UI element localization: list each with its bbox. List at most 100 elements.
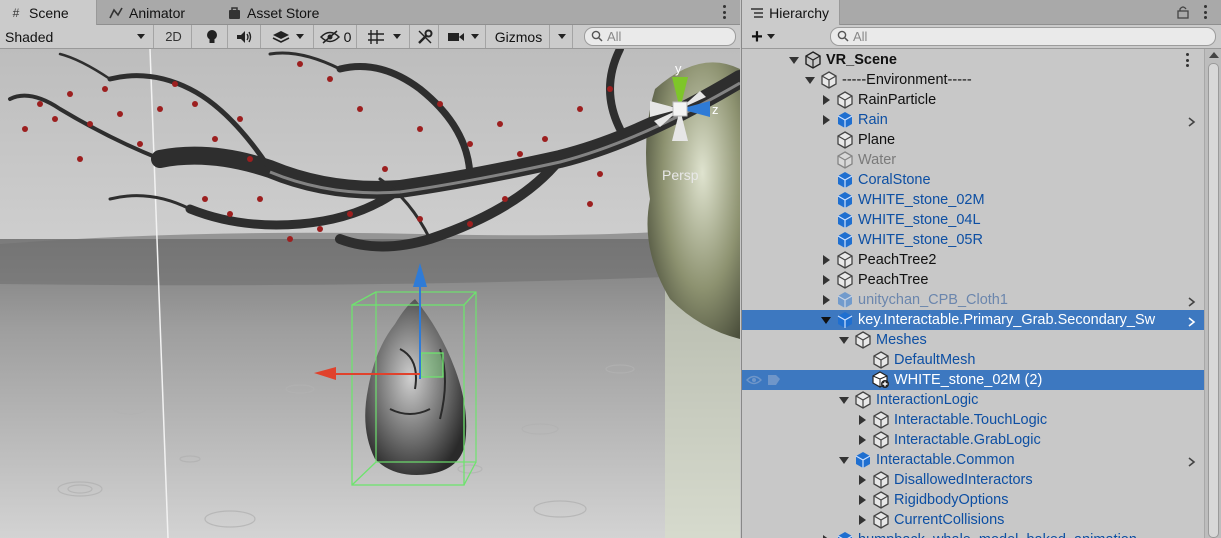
scene-viewport[interactable]: y z Persp — [0, 49, 740, 538]
chevron-down-icon — [295, 34, 304, 39]
gizmos-dropdown[interactable] — [551, 25, 573, 48]
hierarchy-row[interactable]: key.Interactable.Primary_Grab.Secondary_… — [742, 310, 1204, 330]
cube-outline-icon — [872, 351, 890, 369]
camera-dropdown[interactable] — [440, 25, 486, 48]
hierarchy-row-label: CoralStone — [858, 172, 931, 188]
hierarchy-tree: VR_Scene -----Environment----- RainParticl… — [742, 49, 1204, 538]
hierarchy-menu-kebab-icon[interactable] — [1200, 3, 1210, 21]
tab-asset-store[interactable]: Asset Store — [218, 0, 329, 25]
hierarchy-scrollbar[interactable] — [1204, 49, 1221, 538]
hierarchy-row[interactable]: PeachTree2 — [742, 250, 1204, 270]
expand-arrow-right-icon[interactable] — [856, 410, 868, 430]
visibility-eye-icon[interactable] — [746, 373, 782, 391]
tab-asset-store-label: Asset Store — [247, 4, 320, 21]
expand-arrow-down-icon[interactable] — [838, 450, 850, 470]
toggle-2d-label: 2D — [165, 29, 182, 44]
hierarchy-row-label: -----Environment----- — [842, 72, 972, 88]
shading-mode-dropdown[interactable]: Shaded — [0, 25, 154, 48]
hierarchy-row[interactable]: WHITE_stone_05R — [742, 230, 1204, 250]
scene-search-field[interactable] — [584, 27, 736, 46]
expand-arrow-right-icon[interactable] — [820, 530, 832, 538]
effects-dropdown[interactable] — [262, 25, 314, 48]
expand-arrow-right-icon[interactable] — [820, 270, 832, 290]
scene-panel: # Scene Animator Asset Store Shaded 2D 0… — [0, 0, 740, 538]
audio-toggle[interactable] — [229, 25, 261, 48]
hierarchy-row[interactable]: Meshes — [742, 330, 1204, 350]
tab-animator[interactable]: Animator — [100, 0, 195, 25]
open-prefab-chevron-icon[interactable] — [1188, 295, 1196, 307]
hierarchy-row[interactable]: RainParticle — [742, 90, 1204, 110]
expand-arrow-down-icon[interactable] — [804, 70, 816, 90]
hierarchy-row[interactable]: Interactable.GrabLogic — [742, 430, 1204, 450]
hierarchy-row[interactable]: Interactable.Common — [742, 450, 1204, 470]
projection-label[interactable]: Persp — [662, 167, 699, 183]
hierarchy-row[interactable]: DefaultMesh — [742, 350, 1204, 370]
unity-scene-icon — [804, 51, 822, 69]
toggle-2d-button[interactable]: 2D — [156, 25, 192, 48]
expand-arrow-right-icon[interactable] — [856, 470, 868, 490]
scene-options-kebab-icon[interactable] — [1182, 51, 1192, 69]
expand-arrow-right-icon[interactable] — [820, 110, 832, 130]
hierarchy-row[interactable]: WHITE_stone_02M (2) — [742, 370, 1204, 390]
open-prefab-chevron-icon[interactable] — [1188, 115, 1196, 127]
hierarchy-row-label: humpback_whale_model_baked_animation — [858, 532, 1137, 538]
expand-arrow-down-icon[interactable] — [838, 330, 850, 350]
list-icon — [750, 5, 764, 21]
expand-arrow-right-icon[interactable] — [820, 90, 832, 110]
open-prefab-chevron-icon[interactable] — [1188, 455, 1196, 467]
hierarchy-row[interactable]: Water — [742, 150, 1204, 170]
hierarchy-row[interactable]: humpback_whale_model_baked_animation — [742, 530, 1204, 538]
hierarchy-row-label: Interactable.TouchLogic — [894, 412, 1048, 428]
hierarchy-row[interactable]: VR_Scene — [742, 50, 1204, 70]
cube-outline-icon — [836, 251, 854, 269]
hierarchy-row-label: Interactable.Common — [876, 452, 1015, 468]
hierarchy-row[interactable]: CoralStone — [742, 170, 1204, 190]
gizmos-button[interactable]: Gizmos — [488, 25, 550, 48]
scroll-up-arrow-icon[interactable] — [1209, 52, 1219, 58]
expand-arrow-right-icon[interactable] — [856, 510, 868, 530]
expand-arrow-down-icon[interactable] — [820, 310, 832, 330]
hierarchy-row[interactable]: RigidbodyOptions — [742, 490, 1204, 510]
hierarchy-row[interactable]: WHITE_stone_04L — [742, 210, 1204, 230]
hierarchy-row[interactable]: WHITE_stone_02M — [742, 190, 1204, 210]
hierarchy-search-input[interactable] — [853, 29, 1215, 44]
create-dropdown[interactable]: + — [744, 25, 782, 48]
hierarchy-row[interactable]: DisallowedInteractors — [742, 470, 1204, 490]
expand-arrow-right-icon[interactable] — [856, 430, 868, 450]
tab-hierarchy[interactable]: Hierarchy — [742, 0, 840, 25]
hierarchy-row-label: DisallowedInteractors — [894, 472, 1033, 488]
lighting-toggle[interactable] — [196, 25, 228, 48]
hierarchy-row[interactable]: Plane — [742, 130, 1204, 150]
prefab-cube-icon — [836, 311, 854, 329]
open-prefab-chevron-icon[interactable] — [1188, 315, 1196, 327]
tab-scene[interactable]: # Scene — [0, 0, 97, 25]
tools-toggle[interactable] — [411, 25, 439, 48]
scrollbar-thumb[interactable] — [1208, 63, 1219, 538]
expand-arrow-right-icon[interactable] — [820, 290, 832, 310]
hidden-objects-toggle[interactable]: 0 — [315, 25, 357, 48]
hierarchy-row[interactable]: Rain — [742, 110, 1204, 130]
expand-arrow-right-icon[interactable] — [820, 250, 832, 270]
expand-arrow-down-icon[interactable] — [838, 390, 850, 410]
scene-menu-kebab-icon[interactable] — [719, 3, 729, 21]
hierarchy-row[interactable]: InteractionLogic — [742, 390, 1204, 410]
hierarchy-row[interactable]: unitychan_CPB_Cloth1 — [742, 290, 1204, 310]
chevron-down-icon — [470, 34, 479, 39]
hierarchy-row-label: VR_Scene — [826, 52, 897, 68]
prefab-cube-icon — [836, 171, 854, 189]
lock-icon[interactable] — [1177, 5, 1189, 22]
expand-arrow-right-icon[interactable] — [856, 490, 868, 510]
hierarchy-search-field[interactable] — [830, 27, 1216, 46]
expand-arrow-down-icon[interactable] — [788, 50, 800, 70]
hierarchy-row[interactable]: PeachTree — [742, 270, 1204, 290]
hierarchy-row-label: RigidbodyOptions — [894, 492, 1009, 508]
hierarchy-row[interactable]: Interactable.TouchLogic — [742, 410, 1204, 430]
grid-snap-dropdown[interactable] — [358, 25, 410, 48]
grid-icon: # — [12, 5, 20, 20]
scene-search-input[interactable] — [607, 29, 735, 44]
hierarchy-row[interactable]: -----Environment----- — [742, 70, 1204, 90]
hierarchy-row[interactable]: CurrentCollisions — [742, 510, 1204, 530]
speaker-icon — [236, 30, 254, 44]
